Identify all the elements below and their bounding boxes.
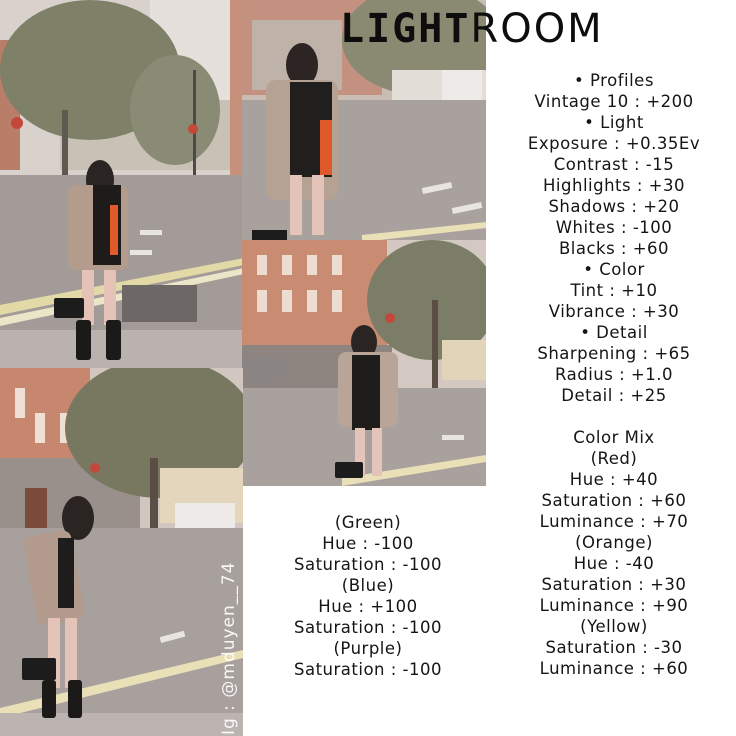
settings-item: Highlights : +30 xyxy=(543,176,685,195)
settings-section-heading: • Profiles xyxy=(574,71,654,90)
settings-item: Sharpening : +65 xyxy=(537,344,691,363)
settings-item: Detail : +25 xyxy=(561,386,667,405)
settings-item: Saturation : -30 xyxy=(545,638,683,657)
settings-section-heading: • Detail xyxy=(580,323,648,342)
settings-section-heading: • Light xyxy=(584,113,644,132)
street-photo-leaning xyxy=(0,368,243,736)
settings-section-heading: (Yellow) xyxy=(580,617,648,636)
settings-list-color-mix-cont: (Green) Hue : -100 Saturation : -100 (Blue)… xyxy=(248,512,488,680)
settings-item: Hue : +40 xyxy=(569,470,659,489)
settings-item: Blacks : +60 xyxy=(558,239,670,258)
settings-item: Radius : +1.0 xyxy=(555,365,673,384)
settings-list-main: • Profiles Vintage 10 : +200 • Light Exposu… xyxy=(494,70,734,679)
settings-section-heading: (Orange) xyxy=(575,533,653,552)
settings-item: Saturation : +30 xyxy=(541,575,687,594)
settings-section-heading: • Color xyxy=(583,260,645,279)
settings-item: Luminance : +60 xyxy=(539,659,689,678)
settings-item: Luminance : +90 xyxy=(539,596,689,615)
settings-item: Vibrance : +30 xyxy=(548,302,680,321)
settings-section-heading: (Red) xyxy=(590,449,638,468)
page-title: LIGHTROOM xyxy=(340,6,660,52)
settings-item: Contrast : -15 xyxy=(553,155,675,174)
settings-item: Whites : -100 xyxy=(555,218,673,237)
settings-item: Exposure : +0.35Ev xyxy=(527,134,701,153)
settings-section-heading: (Purple) xyxy=(333,639,403,658)
settings-item: Tint : +10 xyxy=(570,281,658,300)
settings-item: Luminance : +70 xyxy=(539,512,689,531)
settings-item: Saturation : -100 xyxy=(293,660,442,679)
settings-section-heading: (Green) xyxy=(334,513,402,532)
title-part-room: ROOM xyxy=(470,6,604,52)
settings-section-heading: Color Mix xyxy=(573,428,655,447)
settings-item: Shadows : +20 xyxy=(548,197,680,216)
settings-item: Saturation : +60 xyxy=(541,491,687,510)
settings-item: Hue : -40 xyxy=(573,554,655,573)
settings-item: Hue : -100 xyxy=(322,534,414,553)
street-photo-corner-shop xyxy=(242,240,486,486)
street-photo-standing xyxy=(0,0,244,370)
instagram-watermark: Ig : @mduyen__74 xyxy=(219,561,239,735)
settings-item: Saturation : -100 xyxy=(293,618,442,637)
settings-section-heading: (Blue) xyxy=(341,576,395,595)
settings-item: Vintage 10 : +200 xyxy=(534,92,694,111)
settings-item: Saturation : -100 xyxy=(293,555,442,574)
settings-item: Hue : +100 xyxy=(318,597,418,616)
title-part-light: LIGHT xyxy=(340,6,471,52)
